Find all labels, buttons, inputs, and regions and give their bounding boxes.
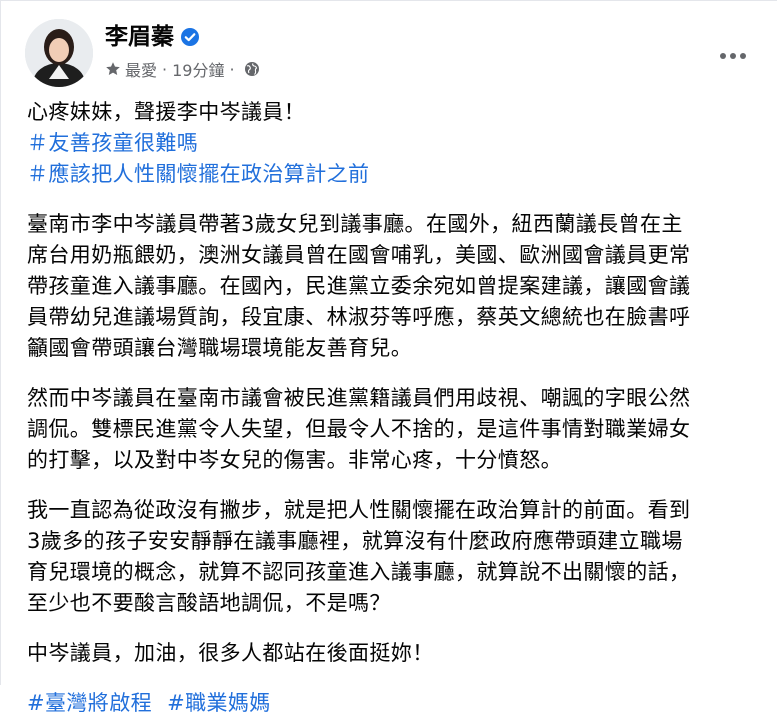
hashtag-link[interactable]: ＃應該把人性關懷擺在政治算計之前 <box>27 159 757 190</box>
text-line: 育兒環境的概念，就算不認同孩童進入議事廳，就算說不出關懷的話， <box>27 560 691 584</box>
avatar-photo <box>25 19 93 87</box>
paragraph-1: 臺南市李中岑議員帶著3歲女兒到議事廳。在國外，紐西蘭議長曾在主 席台用奶瓶餵奶，… <box>27 209 757 364</box>
facebook-post: 李眉蓁 最愛 · 19分鐘 · 心疼妹妹，聲援李中岑議員！ ＃友善孩童很難嗎 ＃… <box>0 0 777 715</box>
text-line: 臺南市李中岑議員帶著3歲女兒到議事廳。在國外，紐西蘭議長曾在主 <box>27 212 683 236</box>
more-dots-icon <box>720 53 726 59</box>
text-line: 席台用奶瓶餵奶，澳洲女議員曾在國會哺乳，美國、歐洲國會議員更常 <box>27 243 691 267</box>
text-line: 至少也不要酸言酸語地調侃，不是嗎？ <box>27 591 391 615</box>
author-row: 李眉蓁 <box>105 23 200 51</box>
bottom-hashtags: #臺灣將啟程 #職業媽媽 <box>27 688 757 719</box>
hashtag-link[interactable]: ＃友善孩童很難嗎 <box>27 128 757 159</box>
more-dots-icon <box>740 53 746 59</box>
paragraph-4: 中岑議員，加油，很多人都站在後面挺妳！ <box>27 641 434 665</box>
text-line: 籲國會帶頭讓台灣職場環境能友善育兒。 <box>27 336 413 360</box>
text-line: 我一直認為從政沒有撇步，就是把人性關懷擺在政治算計的前面。看到 <box>27 498 691 522</box>
paragraph-3: 我一直認為從政沒有撇步，就是把人性關懷擺在政治算計的前面。看到 3歲多的孩子安安… <box>27 495 757 619</box>
star-icon <box>106 62 120 75</box>
post-timestamp[interactable]: 19分鐘 <box>172 57 224 81</box>
author-name[interactable]: 李眉蓁 <box>105 23 174 51</box>
text-line: 3歲多的孩子安安靜靜在議事廳裡，就算沒有什麼政府應帶頭建立職場 <box>27 529 683 553</box>
favorite-label: 最愛 <box>125 61 158 80</box>
text-line: 然而中岑議員在臺南市議會被民進黨籍議員們用歧視、嘲諷的字眼公然 <box>27 386 691 410</box>
post-header: 李眉蓁 最愛 · 19分鐘 · <box>25 19 753 89</box>
author-avatar[interactable] <box>25 19 93 87</box>
more-dots-icon <box>730 53 736 59</box>
post-meta: 最愛 · 19分鐘 · <box>105 57 260 81</box>
post-body: 心疼妹妹，聲援李中岑議員！ ＃友善孩童很難嗎 ＃應該把人性關懷擺在政治算計之前 … <box>27 97 757 719</box>
globe-icon[interactable] <box>244 61 260 77</box>
verified-badge-icon <box>181 28 199 46</box>
post-headline: 心疼妹妹，聲援李中岑議員！ <box>27 100 306 124</box>
text-line: 的打擊，以及對中岑女兒的傷害。非常心疼，十分憤怒。 <box>27 448 562 472</box>
text-line: 員帶幼兒進議場質詢，段宜康、林淑芬等呼應，蔡英文總統也在臉書呼 <box>27 305 691 329</box>
meta-separator: · <box>229 59 235 79</box>
meta-separator: · <box>162 59 168 79</box>
more-options-button[interactable] <box>713 41 753 71</box>
hashtag-link[interactable]: #臺灣將啟程 <box>27 691 152 715</box>
text-line: 帶孩童進入議事廳。在國內，民進黨立委余宛如曾提案建議，讓國會議 <box>27 274 691 298</box>
paragraph-2: 然而中岑議員在臺南市議會被民進黨籍議員們用歧視、嘲諷的字眼公然 調侃。雙標民進黨… <box>27 383 757 476</box>
hashtag-link[interactable]: #職業媽媽 <box>167 691 271 715</box>
text-line: 調侃。雙標民進黨令人失望，但最令人不捨的，是這件事情對職業婦女 <box>27 417 691 441</box>
